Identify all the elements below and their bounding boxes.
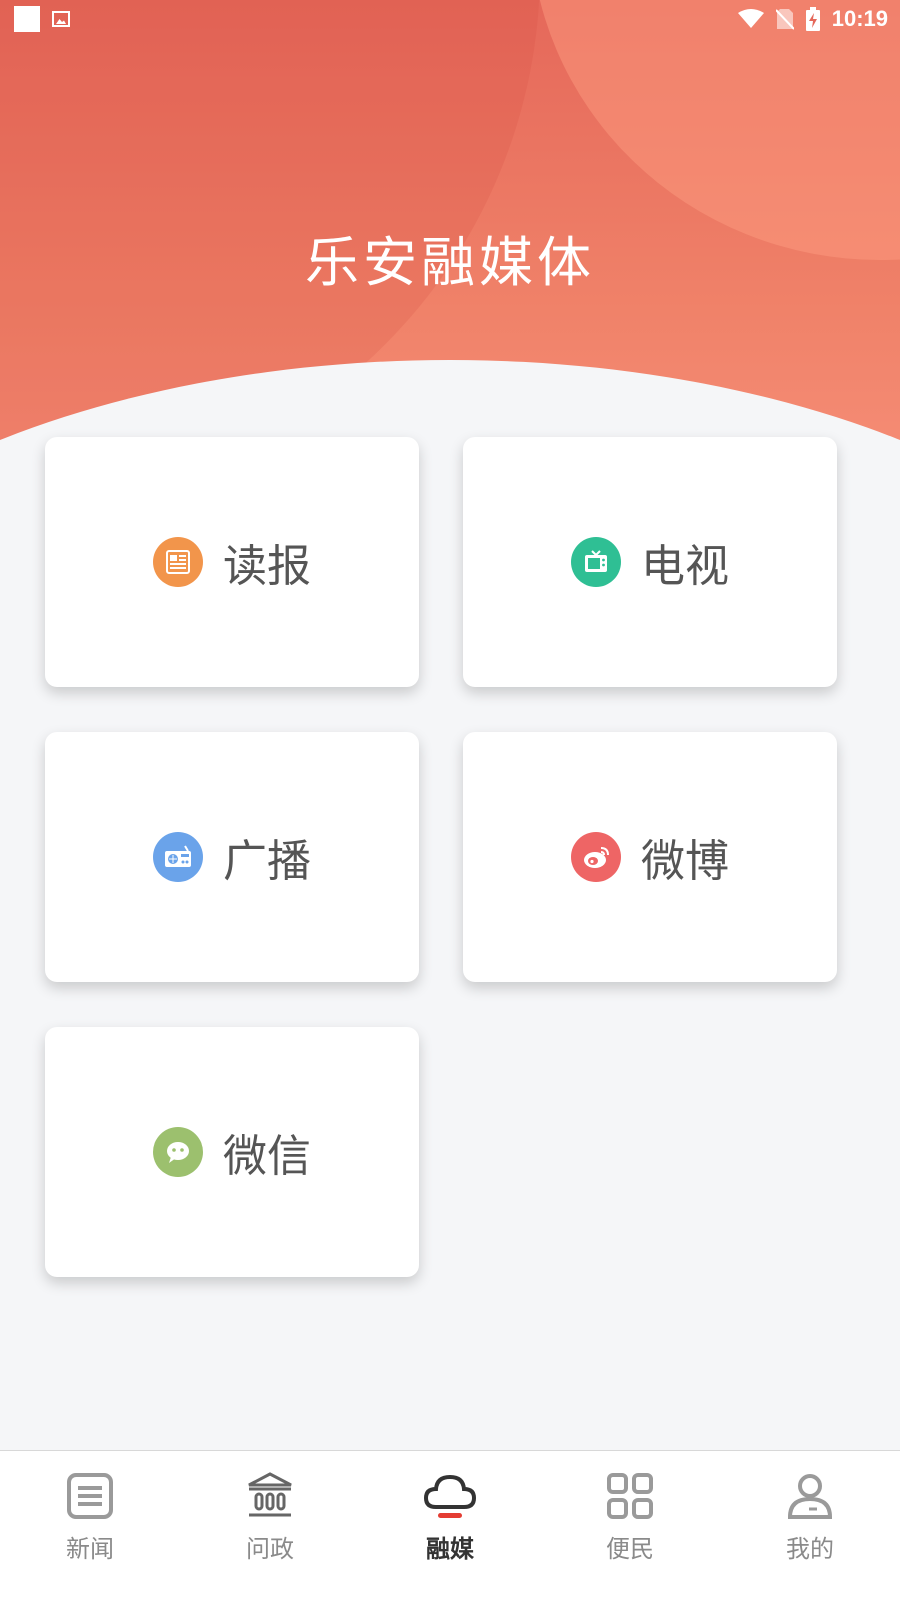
card-label: 微信 (223, 1131, 311, 1182)
tab-label: 问政 (246, 1535, 294, 1563)
tab-label: 新闻 (66, 1535, 114, 1563)
status-time: 10:19 (831, 6, 888, 31)
tab-services[interactable]: 便民 (540, 1451, 720, 1601)
user-icon (787, 1474, 833, 1519)
cloud-icon (423, 1474, 477, 1518)
tv-icon (571, 537, 621, 587)
bottom-tab-bar: 新闻 问政 融媒 便民 我的 (0, 1450, 900, 1601)
card-label: 微博 (641, 836, 729, 887)
card-radio[interactable]: 广播 (45, 732, 419, 982)
tab-media[interactable]: 融媒 (360, 1451, 540, 1601)
wifi-icon (737, 9, 764, 28)
tab-news[interactable]: 新闻 (0, 1451, 180, 1601)
news-icon (67, 1473, 113, 1519)
newspaper-icon (153, 537, 203, 587)
grid-icon (607, 1473, 653, 1519)
card-label: 广播 (223, 836, 311, 887)
battery-charging-icon (805, 7, 820, 31)
page-title: 乐安融媒体 (305, 231, 595, 294)
tab-government[interactable]: 问政 (180, 1451, 360, 1601)
card-tv[interactable]: 电视 (463, 437, 837, 687)
notification-icon (14, 6, 40, 32)
tab-label: 融媒 (426, 1535, 474, 1563)
card-weibo[interactable]: 微博 (463, 732, 837, 982)
no-sim-icon (775, 9, 794, 30)
government-icon (248, 1472, 292, 1517)
wechat-icon (153, 1127, 203, 1177)
tab-label: 便民 (606, 1535, 654, 1563)
status-bar: 10:19 (0, 0, 900, 38)
tab-label: 我的 (786, 1535, 834, 1563)
card-wechat[interactable]: 微信 (45, 1027, 419, 1277)
card-label: 电视 (641, 541, 729, 592)
radio-icon (153, 832, 203, 882)
tab-profile[interactable]: 我的 (720, 1451, 900, 1601)
card-label: 读报 (223, 541, 311, 592)
card-newspaper[interactable]: 读报 (45, 437, 419, 687)
image-notification-icon (52, 11, 70, 27)
weibo-icon (571, 832, 621, 882)
